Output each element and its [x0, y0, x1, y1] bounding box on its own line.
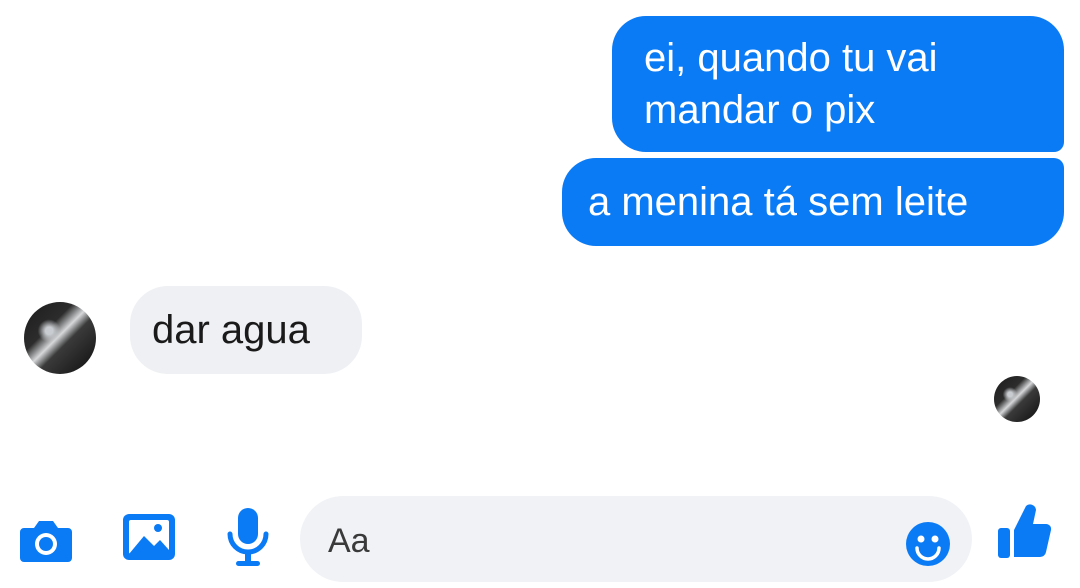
microphone-icon[interactable]	[224, 506, 272, 568]
thumbs-up-icon[interactable]	[996, 500, 1052, 562]
emoji-icon[interactable]	[904, 520, 952, 568]
message-input[interactable]: Aa	[300, 496, 972, 582]
outgoing-message-bubble[interactable]: a menina tá sem leite	[562, 158, 1064, 246]
message-composer: Aa	[0, 488, 1080, 588]
message-input-placeholder: Aa	[328, 522, 370, 560]
incoming-message-bubble[interactable]: dar agua	[130, 286, 362, 374]
outgoing-message-bubble[interactable]: ei, quando tu vai mandar o pix	[612, 16, 1064, 152]
image-icon[interactable]	[120, 508, 178, 566]
camera-icon[interactable]	[18, 512, 74, 568]
contact-avatar[interactable]	[24, 302, 96, 374]
conversation-thread: ei, quando tu vai mandar o pix a menina …	[0, 0, 1080, 480]
seen-indicator-avatar	[994, 376, 1040, 422]
